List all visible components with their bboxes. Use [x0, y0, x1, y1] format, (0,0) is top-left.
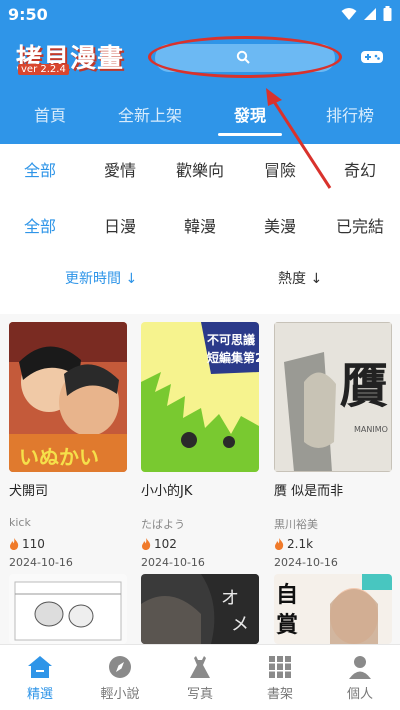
- comic-popularity: 2.1k: [274, 536, 392, 552]
- sort-by-update-label: 更新時間: [65, 271, 121, 287]
- comic-cover[interactable]: いぬかい: [9, 322, 127, 472]
- tab-discover[interactable]: 發現: [200, 98, 300, 136]
- comic-title: 贋 似是而非: [274, 484, 344, 498]
- wifi-icon: [341, 7, 357, 20]
- status-bar: 9:50: [0, 0, 400, 30]
- comic-card[interactable]: 不可思議 短編集第2 小小的JK たばよう 102 2024-10-16: [141, 322, 259, 569]
- bottom-nav: 精選 輕小說 写真 書架 個人: [0, 644, 400, 710]
- comic-author: たばよう: [141, 518, 185, 531]
- comic-card[interactable]: 贋 MANIMO 贋 似是而非 黒川裕美 2.1k 2024-10-16: [274, 322, 392, 569]
- comic-popularity: 102: [141, 536, 259, 552]
- svg-text:贋: 贋: [340, 358, 388, 414]
- region-chip-us[interactable]: 美漫: [240, 212, 320, 242]
- app-version: ver 2.2.4: [18, 64, 69, 75]
- svg-text:オ: オ: [221, 588, 239, 609]
- status-icons: [341, 6, 392, 21]
- person-icon: [349, 656, 371, 679]
- genre-chip-adventure[interactable]: 冒險: [240, 156, 320, 186]
- nav-light-novel-label: 輕小說: [100, 687, 140, 702]
- nav-featured[interactable]: 精選: [0, 645, 80, 710]
- svg-text:MANIMO: MANIMO: [354, 425, 388, 434]
- nav-bookshelf[interactable]: 書架: [240, 645, 320, 710]
- sort-by-update[interactable]: 更新時間 ↓: [65, 268, 137, 288]
- comic-date: 2024-10-16: [9, 556, 73, 569]
- svg-text:短編集第2: 短編集第2: [207, 350, 259, 365]
- nav-photos[interactable]: 写真: [160, 645, 240, 710]
- comic-title: 小小的JK: [141, 484, 193, 498]
- comic-cover[interactable]: 不可思議 短編集第2: [141, 322, 259, 472]
- region-chip-completed[interactable]: 已完結: [320, 212, 400, 242]
- comic-popularity-value: 102: [154, 537, 177, 551]
- arrow-down-icon: ↓: [125, 271, 138, 287]
- bookshelf-icon: [269, 656, 291, 678]
- comic-popularity-value: 110: [22, 537, 45, 551]
- comic-cover[interactable]: オ メ: [141, 574, 259, 644]
- flame-icon: [10, 538, 19, 550]
- comic-cover[interactable]: 自 賞: [274, 574, 392, 644]
- nav-featured-label: 精選: [26, 687, 53, 702]
- flame-icon: [275, 538, 284, 550]
- top-tabs: 首頁 全新上架 發現 排行榜: [0, 98, 400, 136]
- genre-chip-romance[interactable]: 愛情: [80, 156, 160, 186]
- genre-chip-fantasy[interactable]: 奇幻: [320, 156, 400, 186]
- svg-text:賞: 賞: [276, 612, 298, 638]
- home-icon: [28, 656, 52, 678]
- gamepad-icon[interactable]: [360, 48, 384, 66]
- compass-icon: [109, 656, 131, 678]
- nav-light-novel[interactable]: 輕小說: [80, 645, 160, 710]
- dress-icon: [190, 656, 210, 678]
- comic-card[interactable]: いぬかい 犬開司 kick 110 2024-10-16: [9, 322, 127, 569]
- tab-new-releases[interactable]: 全新上架: [100, 98, 200, 136]
- nav-photos-label: 写真: [186, 687, 213, 702]
- nav-profile[interactable]: 個人: [320, 645, 400, 710]
- comic-cover[interactable]: 贋 MANIMO: [274, 322, 392, 472]
- svg-text:自: 自: [276, 582, 298, 608]
- genre-chip-all[interactable]: 全部: [0, 156, 80, 186]
- tab-home[interactable]: 首頁: [0, 98, 100, 136]
- comic-grid: いぬかい 犬開司 kick 110 2024-10-16 不可思議 短編集第2 …: [0, 314, 400, 644]
- genre-chip-comedy[interactable]: 歡樂向: [160, 156, 240, 186]
- comic-date: 2024-10-16: [274, 556, 338, 569]
- comic-title: 犬開司: [9, 484, 49, 498]
- genre-filter-row: 全部 愛情 歡樂向 冒險 奇幻: [0, 156, 400, 186]
- comic-cover[interactable]: [9, 574, 127, 644]
- sort-by-popularity[interactable]: 熱度 ↓: [278, 268, 322, 288]
- battery-icon: [383, 6, 392, 21]
- tab-ranking[interactable]: 排行榜: [300, 98, 400, 136]
- annotation-circle: [148, 36, 342, 78]
- status-time: 9:50: [8, 5, 48, 24]
- signal-icon: [364, 7, 376, 20]
- app-header: 9:50 拷貝漫畫 ver 2.2.4 首頁 全新上架 發現 排行榜: [0, 0, 400, 144]
- nav-bookshelf-label: 書架: [266, 687, 293, 702]
- comic-popularity-value: 2.1k: [287, 537, 314, 551]
- region-chip-all[interactable]: 全部: [0, 212, 80, 242]
- svg-text:メ: メ: [231, 614, 249, 635]
- svg-text:いぬかい: いぬかい: [19, 445, 99, 469]
- sort-row: 更新時間 ↓ 熱度 ↓: [0, 268, 400, 292]
- comic-author: 黒川裕美: [274, 518, 318, 531]
- flame-icon: [142, 538, 151, 550]
- comic-date: 2024-10-16: [141, 556, 205, 569]
- comic-author: kick: [9, 516, 31, 529]
- sort-by-popularity-label: 熱度: [278, 271, 306, 287]
- nav-profile-label: 個人: [346, 687, 373, 702]
- filter-panel: 全部 愛情 歡樂向 冒險 奇幻 全部 日漫 韓漫 美漫 已完結 更新時間 ↓ 熱…: [0, 144, 400, 314]
- region-chip-korea[interactable]: 韓漫: [160, 212, 240, 242]
- region-chip-japan[interactable]: 日漫: [80, 212, 160, 242]
- region-filter-row: 全部 日漫 韓漫 美漫 已完結: [0, 212, 400, 242]
- comic-popularity: 110: [9, 536, 127, 552]
- svg-text:不可思議: 不可思議: [207, 332, 255, 347]
- arrow-down-icon: ↓: [310, 271, 323, 287]
